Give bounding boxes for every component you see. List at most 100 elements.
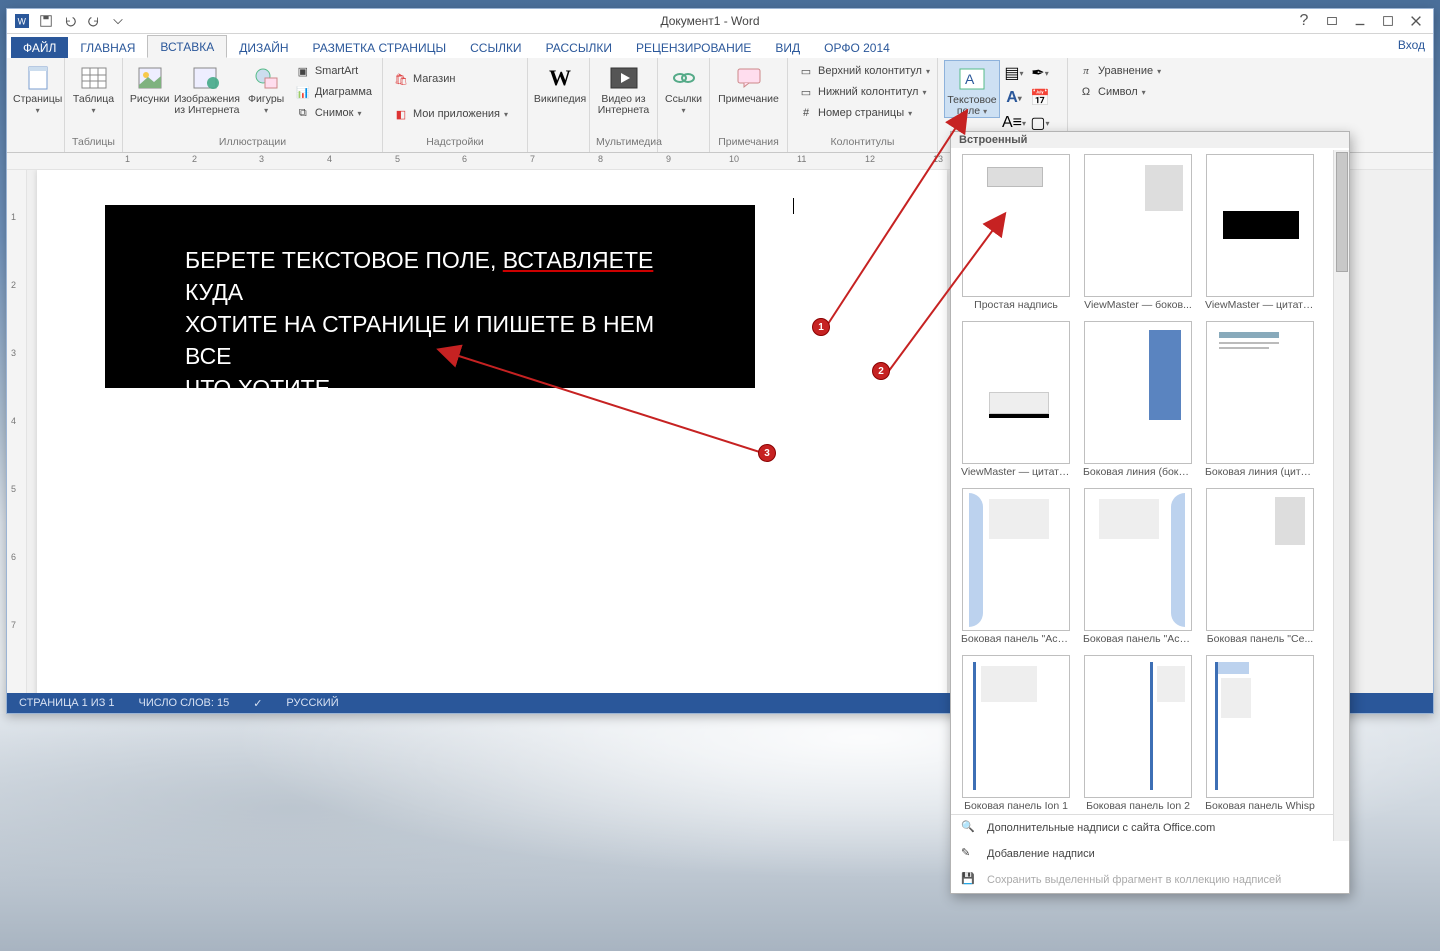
- gallery-item-whisp[interactable]: Боковая панель Whisp: [1205, 655, 1315, 812]
- window-controls: ?: [1291, 10, 1429, 32]
- symbol-icon: Ω: [1078, 84, 1094, 100]
- online-video-button[interactable]: Видео из Интернета: [596, 60, 651, 116]
- text-cursor: [793, 198, 794, 214]
- store-icon: 🛍: [393, 71, 409, 87]
- save-icon[interactable]: [35, 10, 57, 32]
- smartart-button[interactable]: ▣SmartArt: [291, 62, 376, 80]
- group-pages: Страницы▾: [7, 58, 65, 152]
- annotation-badge-3: 3: [758, 444, 776, 462]
- tab-home[interactable]: ГЛАВНАЯ: [68, 37, 147, 58]
- smartart-icon: ▣: [295, 63, 311, 79]
- gallery-item-viewmaster-quote2[interactable]: ViewMaster — цитата...: [961, 321, 1071, 478]
- pictures-button[interactable]: Рисунки: [129, 60, 170, 105]
- datetime-button[interactable]: 📅: [1028, 87, 1052, 109]
- text-box-gallery: Встроенный Простая надпись ViewMaster — …: [950, 131, 1350, 894]
- gallery-item-ion2[interactable]: Боковая панель Ion 2: [1083, 655, 1193, 812]
- footer-button[interactable]: ▭Нижний колонтитул ▾: [794, 83, 934, 101]
- tab-view[interactable]: ВИД: [763, 37, 812, 58]
- undo-icon[interactable]: [59, 10, 81, 32]
- group-tables: Таблица▾ Таблицы: [65, 58, 123, 152]
- gallery-item-simple-textbox[interactable]: Простая надпись: [961, 154, 1071, 311]
- header-icon: ▭: [798, 63, 814, 79]
- shapes-button[interactable]: Фигуры▾: [243, 60, 288, 116]
- pictures-icon: [135, 63, 165, 93]
- gallery-item-aspect-side2[interactable]: Боковая панель "Асп...: [1083, 488, 1193, 645]
- inserted-text-box[interactable]: БЕРЕТЕ ТЕКСТОВОЕ ПОЛЕ, ВСТАВЛЯЕТЕ КУДА Х…: [105, 205, 755, 388]
- store-button[interactable]: 🛍Магазин: [389, 70, 512, 88]
- online-pictures-button[interactable]: Изображения из Интернета: [172, 60, 241, 116]
- header-button[interactable]: ▭Верхний колонтитул ▾: [794, 62, 934, 80]
- draw-textbox-icon: ✎: [961, 846, 977, 862]
- links-button[interactable]: Ссылки▾: [664, 60, 703, 116]
- tab-mailings[interactable]: РАССЫЛКИ: [534, 37, 624, 58]
- vertical-ruler[interactable]: 1 2 3 4 5 6 7: [7, 170, 27, 693]
- wordart-button[interactable]: A▾: [1002, 87, 1026, 109]
- gallery-more-office[interactable]: 🔍 Дополнительные надписи с сайта Office.…: [951, 815, 1349, 841]
- my-apps-button[interactable]: ◧Мои приложения ▾: [389, 105, 512, 123]
- tab-review[interactable]: РЕЦЕНЗИРОВАНИЕ: [624, 37, 763, 58]
- word-app-icon[interactable]: W: [11, 10, 33, 32]
- comment-icon: [734, 63, 764, 93]
- minimize-icon[interactable]: [1347, 10, 1373, 32]
- title-bar: W Документ1 - Word ?: [7, 9, 1433, 34]
- chart-button[interactable]: 📊Диаграмма: [291, 83, 376, 101]
- gallery-footer: 🔍 Дополнительные надписи с сайта Office.…: [951, 814, 1349, 893]
- svg-text:W: W: [18, 17, 27, 27]
- group-addins: 🛍Магазин ◧Мои приложения ▾ Надстройки: [383, 58, 528, 152]
- tab-insert[interactable]: ВСТАВКА: [147, 35, 227, 58]
- screenshot-icon: ⧉: [295, 105, 311, 121]
- wikipedia-icon: W: [545, 63, 575, 93]
- equation-icon: π: [1078, 63, 1094, 79]
- page-number-button[interactable]: #Номер страницы ▾: [794, 104, 934, 122]
- equation-button[interactable]: πУравнение ▾: [1074, 62, 1165, 80]
- ribbon-display-icon[interactable]: [1319, 10, 1345, 32]
- gallery-header: Встроенный: [951, 132, 1349, 148]
- tab-references[interactable]: ССЫЛКИ: [458, 37, 533, 58]
- tab-page-layout[interactable]: РАЗМЕТКА СТРАНИЦЫ: [301, 37, 459, 58]
- pages-icon: [23, 63, 53, 93]
- video-icon: [609, 63, 639, 93]
- gallery-item-aspect-side1[interactable]: Боковая панель "Асп...: [961, 488, 1071, 645]
- sign-in-link[interactable]: Вход: [1398, 38, 1425, 52]
- gallery-draw-textbox[interactable]: ✎ Добавление надписи: [951, 841, 1349, 867]
- tab-design[interactable]: ДИЗАЙН: [227, 37, 300, 58]
- gallery-item-viewmaster-quote1[interactable]: ViewMaster — цитата...: [1205, 154, 1315, 311]
- comment-button[interactable]: Примечание: [716, 60, 781, 105]
- group-media: Видео из Интернета Мультимедиа: [590, 58, 658, 152]
- close-icon[interactable]: [1403, 10, 1429, 32]
- table-button[interactable]: Таблица▾: [71, 60, 116, 116]
- status-page[interactable]: СТРАНИЦА 1 ИЗ 1: [19, 697, 115, 709]
- gallery-item-sideline-side[interactable]: Боковая линия (боко...: [1083, 321, 1193, 478]
- text-box-icon: A: [957, 64, 987, 94]
- wikipedia-button[interactable]: W Википедия: [534, 60, 586, 105]
- signature-button[interactable]: ✒▾: [1028, 62, 1052, 84]
- chart-icon: 📊: [295, 84, 311, 100]
- gallery-grid: Простая надпись ViewMaster — боков... Vi…: [951, 148, 1349, 814]
- symbol-button[interactable]: ΩСимвол ▾: [1074, 83, 1165, 101]
- link-icon: [669, 63, 699, 93]
- textbox-text: БЕРЕТЕ ТЕКСТОВОЕ ПОЛЕ, ВСТАВЛЯЕТЕ КУДА Х…: [185, 247, 654, 401]
- text-box-button[interactable]: A Текстовое поле ▾: [944, 60, 1000, 118]
- status-language[interactable]: РУССКИЙ: [286, 697, 338, 709]
- gallery-item-sideline-quote[interactable]: Боковая линия (цита...: [1205, 321, 1315, 478]
- qat-dropdown-icon[interactable]: [107, 10, 129, 32]
- gallery-item-ion1[interactable]: Боковая панель Ion 1: [961, 655, 1071, 812]
- gallery-item-viewmaster-side[interactable]: ViewMaster — боков...: [1083, 154, 1193, 311]
- screenshot-button[interactable]: ⧉Снимок ▾: [291, 104, 376, 122]
- quick-parts-button[interactable]: ▤▾: [1002, 62, 1026, 84]
- maximize-icon[interactable]: [1375, 10, 1401, 32]
- status-word-count[interactable]: ЧИСЛО СЛОВ: 15: [139, 697, 230, 709]
- group-illustrations: Рисунки Изображения из Интернета Фигуры▾…: [123, 58, 383, 152]
- quick-access-toolbar: W: [11, 10, 129, 32]
- tab-file[interactable]: ФАЙЛ: [11, 37, 68, 58]
- tab-orfo[interactable]: ОРФО 2014: [812, 37, 902, 58]
- pages-button[interactable]: Страницы▾: [13, 60, 62, 116]
- group-wikipedia: W Википедия: [528, 58, 590, 152]
- document-page[interactable]: БЕРЕТЕ ТЕКСТОВОЕ ПОЛЕ, ВСТАВЛЯЕТЕ КУДА Х…: [37, 170, 947, 693]
- help-icon[interactable]: ?: [1291, 10, 1317, 32]
- table-icon: [79, 63, 109, 93]
- pagenum-icon: #: [798, 105, 814, 121]
- gallery-item-se-side[interactable]: Боковая панель "Се...: [1205, 488, 1315, 645]
- redo-icon[interactable]: [83, 10, 105, 32]
- status-proof-icon[interactable]: ✓: [253, 697, 262, 710]
